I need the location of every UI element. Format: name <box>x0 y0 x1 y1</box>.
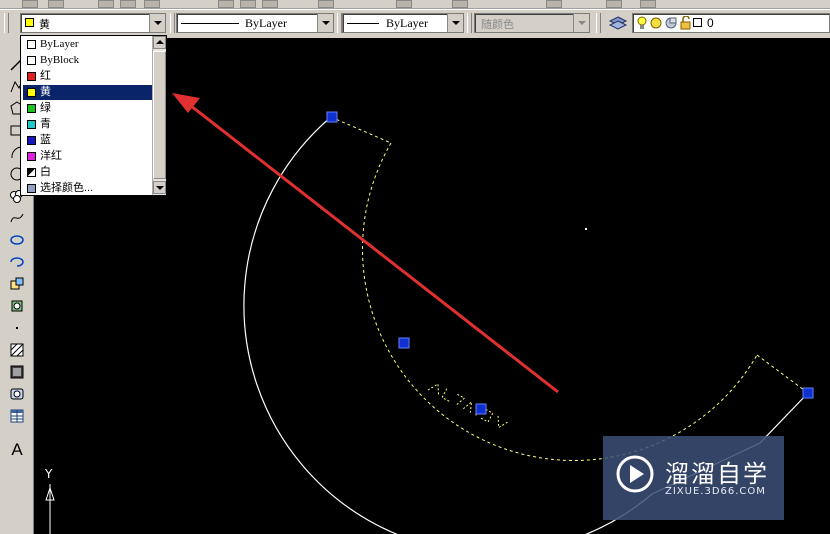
scroll-thumb[interactable] <box>153 51 166 179</box>
watermark-url: ZIXUE.3D66.COM <box>665 486 766 497</box>
insert-block-icon[interactable] <box>9 276 25 292</box>
grip-handle[interactable] <box>475 403 487 415</box>
layer-combo-value: 0 <box>707 16 714 30</box>
scroll-up-button[interactable] <box>153 36 166 49</box>
grip-handle[interactable] <box>398 337 410 349</box>
color-option-white[interactable]: 白 <box>23 165 152 180</box>
toolbar-button[interactable] <box>452 0 468 8</box>
color-wheel-icon <box>27 184 36 193</box>
toolbar-button[interactable] <box>606 0 622 8</box>
color-swatch <box>27 56 36 65</box>
plotstyle-combo: 随颜色 <box>474 13 590 33</box>
color-option-cyan[interactable]: 青 <box>23 117 152 132</box>
watermark-brand: 溜溜自学 <box>665 460 769 488</box>
toolbar-button[interactable] <box>546 0 562 8</box>
lineweight-preview <box>347 23 379 24</box>
color-option-green[interactable]: 绿 <box>23 101 152 116</box>
layer-combo[interactable]: 0 <box>632 13 830 33</box>
table-icon[interactable] <box>9 408 25 424</box>
gradient-icon[interactable] <box>9 364 25 380</box>
color-option-magenta[interactable]: 洋红 <box>23 149 152 164</box>
hatch-icon[interactable] <box>9 342 25 358</box>
multiline-text-icon[interactable]: A <box>9 441 25 458</box>
color-swatch <box>27 136 36 145</box>
ellipse-icon[interactable] <box>9 232 25 248</box>
toolbar-grip[interactable] <box>467 13 472 33</box>
chevron-down-icon <box>156 186 164 190</box>
layers-icon[interactable] <box>608 14 628 32</box>
region-icon[interactable] <box>9 386 25 402</box>
grip-handle[interactable] <box>802 387 814 399</box>
toolbar-button[interactable] <box>396 0 412 8</box>
color-option-red[interactable]: 红 <box>23 69 152 84</box>
play-logo-icon <box>616 455 654 493</box>
sun-icon[interactable] <box>649 16 663 34</box>
toolbar-button[interactable] <box>98 0 114 8</box>
chevron-down-icon <box>154 21 162 25</box>
grip-handle[interactable] <box>326 111 338 123</box>
toolbar-button[interactable] <box>240 0 256 8</box>
toolbar-grip[interactable] <box>4 13 9 33</box>
color-dropdown-list[interactable]: ByLayer ByBlock 红 黄 绿 青 蓝 洋红 白 选择颜色... <box>20 35 167 196</box>
toolbar-button[interactable] <box>218 0 234 8</box>
lock-open-icon[interactable] <box>680 15 692 34</box>
chevron-down-icon <box>322 21 330 25</box>
color-swatch <box>27 168 36 177</box>
make-block-icon[interactable] <box>9 298 25 314</box>
color-option-blue[interactable]: 蓝 <box>23 133 152 148</box>
color-option-select-color[interactable]: 选择颜色... <box>23 181 152 196</box>
linetype-dropdown-button[interactable] <box>317 14 333 32</box>
scroll-down-button[interactable] <box>153 181 166 194</box>
toolbar-button[interactable] <box>48 0 64 8</box>
ellipse-arc-icon[interactable] <box>9 254 25 270</box>
color-swatch <box>27 72 36 81</box>
toolbar-grip[interactable] <box>596 13 601 33</box>
linetype-combo-value: ByLayer <box>245 16 287 30</box>
chevron-up-icon <box>156 40 164 44</box>
color-dropdown-button[interactable] <box>149 14 165 32</box>
upper-toolbar-strip <box>0 0 830 9</box>
lineweight-combo[interactable]: ByLayer <box>342 13 464 33</box>
linetype-preview <box>181 23 239 24</box>
layer-color-swatch <box>693 18 702 27</box>
color-swatch <box>27 120 36 129</box>
toolbar-button[interactable] <box>318 0 334 8</box>
toolbar-grip[interactable] <box>170 13 175 33</box>
lineweight-dropdown-button[interactable] <box>447 14 463 32</box>
toolbar-button[interactable] <box>22 0 38 8</box>
color-combo[interactable]: 黄 <box>20 13 166 33</box>
toolbar-button[interactable] <box>144 0 160 8</box>
dropdown-scrollbar[interactable] <box>152 36 166 195</box>
plotstyle-dropdown-button <box>573 14 589 32</box>
plotstyle-combo-value: 随颜色 <box>481 18 514 31</box>
spline-icon[interactable] <box>9 210 25 226</box>
watermark: 溜溜自学 ZIXUE.3D66.COM <box>603 436 784 520</box>
color-swatch <box>27 40 36 49</box>
color-combo-value: 黄 <box>39 18 50 31</box>
color-option-byblock[interactable]: ByBlock <box>23 53 152 68</box>
lineweight-combo-value: ByLayer <box>386 16 428 30</box>
ucs-y-label: Y <box>44 467 53 481</box>
chevron-down-icon <box>452 21 460 25</box>
linetype-combo[interactable]: ByLayer <box>176 13 334 33</box>
bulb-on-icon[interactable] <box>637 16 647 34</box>
viewport-sun-icon[interactable] <box>664 16 678 34</box>
toolbar-button[interactable] <box>120 0 136 8</box>
color-option-yellow[interactable]: 黄 <box>22 84 153 101</box>
color-option-bylayer[interactable]: ByLayer <box>23 37 152 52</box>
color-swatch <box>27 104 36 113</box>
chevron-down-icon <box>578 21 586 25</box>
color-swatch <box>25 18 34 27</box>
point-icon[interactable] <box>9 320 25 336</box>
color-swatch <box>27 152 36 161</box>
color-swatch <box>27 88 36 97</box>
toolbar-button[interactable] <box>640 0 656 8</box>
toolbar-button[interactable] <box>262 0 278 8</box>
center-point <box>585 228 587 230</box>
